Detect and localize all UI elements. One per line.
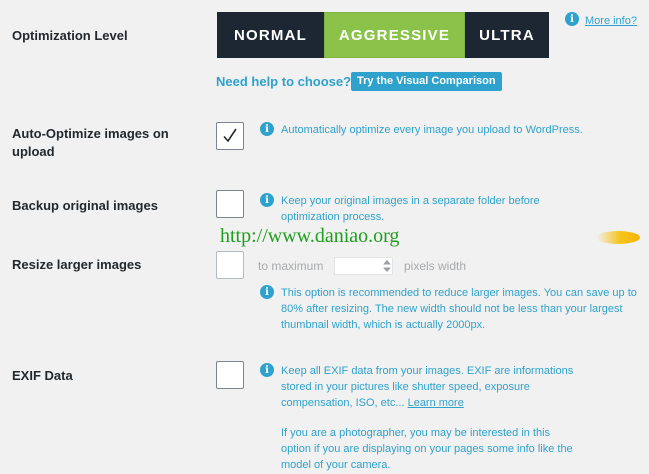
auto-optimize-info: Automatically optimize every image you u… [281, 124, 583, 136]
learn-more-link[interactable]: Learn more [408, 397, 464, 409]
resize-suffix-text: pixels width [404, 259, 467, 273]
auto-optimize-label-line2: upload [12, 144, 55, 159]
number-spinner-icon[interactable] [381, 259, 393, 273]
info-icon: i [260, 363, 274, 377]
level-ultra-button[interactable]: ULTRA [465, 12, 549, 58]
backup-info: Keep your original images in a separate … [281, 193, 540, 225]
backup-info-line1: Keep your original images in a separate … [281, 195, 540, 207]
exif-label: EXIF Data [12, 368, 73, 383]
help-choose-text: Need help to choose? [216, 74, 352, 89]
visual-comparison-button[interactable]: Try the Visual Comparison [351, 72, 502, 91]
optimization-level-selector: NORMAL AGGRESSIVE ULTRA [217, 12, 549, 58]
resize-info-line3: thumbnail width, which is actually 2000p… [281, 319, 486, 331]
optimization-level-label: Optimization Level [12, 28, 128, 43]
resize-checkbox[interactable] [216, 251, 244, 279]
level-aggressive-button[interactable]: AGGRESSIVE [324, 12, 465, 58]
exif-extra-line2: option if you are displaying on your pag… [281, 443, 573, 455]
info-icon: i [260, 285, 274, 299]
exif-info-line2: stored in your pictures like shutter spe… [281, 381, 530, 393]
backup-label: Backup original images [12, 198, 158, 213]
resize-info: This option is recommended to reduce lar… [281, 285, 637, 333]
auto-optimize-label: Auto-Optimize images on upload [12, 125, 169, 161]
resize-prefix-text: to maximum [258, 259, 324, 273]
info-icon: i [260, 122, 274, 136]
exif-checkbox[interactable] [216, 361, 244, 389]
resize-info-line1: This option is recommended to reduce lar… [281, 287, 637, 299]
more-info-link[interactable]: More info? [585, 15, 637, 27]
exif-extra-line1: If you are a photographer, you may be in… [281, 427, 551, 439]
info-icon: i [565, 12, 579, 26]
level-normal-button[interactable]: NORMAL [217, 12, 324, 58]
watermark-text: http://www.daniao.org [220, 225, 400, 247]
resize-info-line2: 80% after resizing. The new width should… [281, 303, 623, 315]
decorative-swoosh [596, 231, 640, 244]
exif-info-line3-text: compensation, ISO, etc... [281, 397, 405, 409]
exif-info: Keep all EXIF data from your images. EXI… [281, 363, 573, 473]
auto-optimize-checkbox[interactable] [216, 122, 244, 150]
exif-extra-line3: model of your camera. [281, 459, 391, 471]
auto-optimize-label-line1: Auto-Optimize images on [12, 126, 169, 141]
resize-label: Resize larger images [12, 257, 142, 272]
backup-checkbox[interactable] [216, 190, 244, 218]
exif-info-line1: Keep all EXIF data from your images. EXI… [281, 365, 574, 377]
backup-info-line2: optimization process. [281, 211, 385, 223]
info-icon: i [260, 193, 274, 207]
exif-info-line3: compensation, ISO, etc... Learn more [281, 395, 573, 411]
checkmark-icon [223, 128, 237, 143]
